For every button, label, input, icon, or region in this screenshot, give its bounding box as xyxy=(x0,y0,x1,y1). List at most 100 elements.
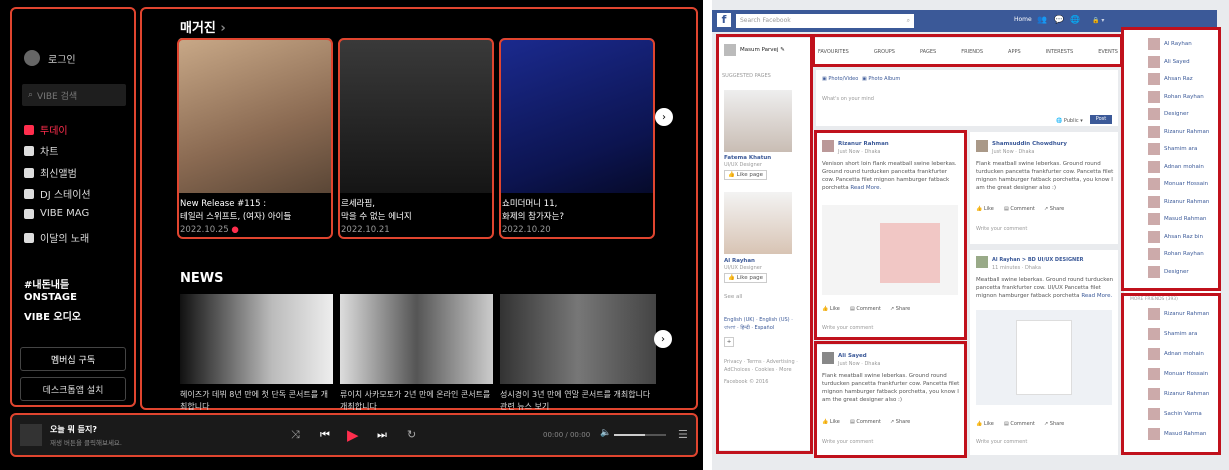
playlist-icon[interactable]: ☰ xyxy=(678,428,688,441)
post-button[interactable]: Post xyxy=(1090,115,1112,124)
search-icon[interactable]: ⌕ xyxy=(907,14,910,28)
photo-album-tab[interactable]: ▣ Photo Album xyxy=(862,75,900,83)
section-link[interactable]: ONSTAGE xyxy=(24,292,77,303)
friends-icon[interactable]: 👥 xyxy=(1037,15,1047,24)
search-input[interactable]: ⌕ VIBE 검색 xyxy=(22,84,126,106)
post-meta: 11 minutes · Dhaka xyxy=(992,265,1041,271)
comment-label: Comment xyxy=(1010,206,1035,212)
volume-fill xyxy=(614,434,646,436)
like-label: Like xyxy=(983,206,994,212)
trophy-icon xyxy=(24,145,34,156)
nav-label: 이달의 노래 xyxy=(40,234,90,245)
card-highlight xyxy=(177,38,333,239)
login-label: 로그인 xyxy=(48,54,76,66)
photo-album-label: Photo Album xyxy=(868,76,901,82)
nav-dj-station[interactable]: DJ 스테이션 xyxy=(24,186,91,201)
news-image[interactable] xyxy=(180,294,333,384)
nav-vibe-mag[interactable]: VIBE MAG xyxy=(24,208,89,219)
music-note-icon xyxy=(24,232,34,243)
previous-icon[interactable]: ⏮ xyxy=(320,428,330,442)
membership-label: 멤버십 구독 xyxy=(50,355,96,366)
desktop-label: 데스크톱앱 설치 xyxy=(42,385,104,396)
post-author[interactable]: Shamsuddin Chowdhury xyxy=(992,140,1067,148)
search-placeholder: VIBE 검색 xyxy=(37,91,78,102)
news-title[interactable]: 헤이즈가 데뷔 8년 만에 첫 단독 콘서트를 개최합니다 xyxy=(180,389,333,411)
magazine-icon xyxy=(24,208,34,219)
post-highlight xyxy=(814,341,967,458)
dj-icon xyxy=(24,188,34,199)
document-preview xyxy=(1016,320,1072,395)
desktop-app-button[interactable]: 데스크톱앱 설치 xyxy=(20,377,126,401)
news-image[interactable] xyxy=(500,294,656,384)
post-author[interactable]: Al Rayhan > BD UI/UX DESIGNER xyxy=(992,256,1084,264)
privacy-select[interactable]: 🌐 Public ▾ xyxy=(1056,117,1083,125)
more-friends-highlight xyxy=(1121,293,1221,455)
magazine-heading[interactable]: 매거진 › xyxy=(180,17,226,36)
play-icon[interactable]: ▶ xyxy=(347,426,359,444)
chevron-right-icon: › xyxy=(220,21,226,36)
home-link[interactable]: Home xyxy=(1014,16,1032,23)
avatar xyxy=(24,50,40,66)
like-button[interactable]: 👍 Like xyxy=(976,205,994,213)
share-button[interactable]: ↗ Share xyxy=(1044,205,1064,213)
tab-bar-highlight xyxy=(812,34,1123,67)
avatar xyxy=(976,256,988,268)
nav-chart[interactable]: 차트 xyxy=(24,143,58,158)
news-heading[interactable]: NEWS xyxy=(180,271,223,286)
home-icon xyxy=(24,124,34,135)
privacy-label: Public xyxy=(1063,118,1079,124)
player-time: 00:00 / 00:00 xyxy=(543,431,591,439)
comment-button[interactable]: ▤ Comment xyxy=(1004,205,1035,213)
nav-today[interactable]: 투데이 xyxy=(24,122,68,137)
news-title[interactable]: 성시경이 3년 만에 연말 콘서트를 개최합니다 관련 뉴스 보기 xyxy=(500,389,653,411)
magazine-heading-label: 매거진 xyxy=(180,21,216,36)
status-input[interactable]: What's on your mind xyxy=(822,95,874,103)
section-link[interactable]: VIBE 오디오 xyxy=(24,308,81,323)
player-title: 오늘 뭐 듣지? xyxy=(50,425,98,434)
next-icon[interactable]: ⏭ xyxy=(377,428,387,442)
album-art xyxy=(20,424,42,446)
next-arrow-button[interactable]: › xyxy=(655,108,673,126)
volume-icon[interactable]: 🔈 xyxy=(600,428,611,438)
chevron-right-icon: › xyxy=(662,111,666,123)
login-button[interactable]: 로그인 xyxy=(24,50,76,66)
messages-icon[interactable]: 💬 xyxy=(1054,15,1064,24)
shuffle-icon[interactable]: ⤨ xyxy=(291,428,300,442)
post-text: Meatball swine leberkas. Ground round tu… xyxy=(976,276,1114,300)
comment-input[interactable]: Write your comment xyxy=(976,225,1027,233)
nav-label: 최신앨범 xyxy=(40,169,77,180)
membership-button[interactable]: 멤버십 구독 xyxy=(20,347,126,371)
news-title[interactable]: 류이치 사카모토가 2년 만에 온라인 콘서트를 개최합니다 xyxy=(340,389,493,411)
photo-video-tab[interactable]: ▣ Photo/Video xyxy=(822,75,858,83)
avatar xyxy=(976,140,988,152)
post-image[interactable] xyxy=(976,310,1112,405)
player-subtitle: 재생 버튼을 클릭해보세요. xyxy=(50,439,122,447)
post-meta: Just Now · Dhaka xyxy=(992,149,1035,155)
nav-label: 차트 xyxy=(40,147,59,158)
news-image[interactable] xyxy=(340,294,493,384)
like-button[interactable]: 👍 Like xyxy=(976,420,994,428)
like-label: Like xyxy=(983,421,994,427)
notifications-icon[interactable]: 🌐 xyxy=(1070,15,1080,24)
friends-highlight xyxy=(1121,27,1221,291)
section-link[interactable]: #내돈내듣 xyxy=(24,276,69,291)
read-more-link[interactable]: Read More. xyxy=(1081,293,1112,299)
facebook-logo-icon[interactable]: f xyxy=(717,13,731,27)
comment-input[interactable]: Write your comment xyxy=(976,438,1027,446)
nav-song-of-month[interactable]: 이달의 노래 xyxy=(24,230,89,245)
share-button[interactable]: ↗ Share xyxy=(1044,420,1064,428)
search-input[interactable]: Search Facebook ⌕ xyxy=(736,14,914,28)
settings-icon[interactable]: 🔒 ▾ xyxy=(1092,17,1104,24)
nav-label: VIBE MAG xyxy=(40,208,90,219)
sparkle-icon xyxy=(24,167,34,178)
repeat-icon[interactable]: ↻ xyxy=(407,428,416,441)
comment-button[interactable]: ▤ Comment xyxy=(1004,420,1035,428)
chevron-right-icon: › xyxy=(661,333,665,345)
volume-slider[interactable] xyxy=(614,434,666,436)
nav-label: DJ 스테이션 xyxy=(40,190,91,201)
nav-new-albums[interactable]: 최신앨범 xyxy=(24,165,77,180)
share-label: Share xyxy=(1049,206,1065,212)
next-arrow-button[interactable]: › xyxy=(654,330,672,348)
card-highlight xyxy=(499,38,655,239)
comment-label: Comment xyxy=(1010,421,1035,427)
